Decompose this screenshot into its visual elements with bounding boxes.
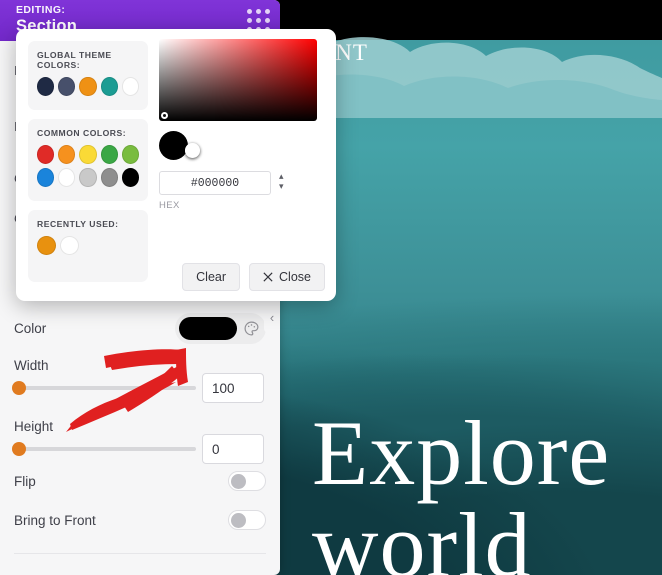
section-divider	[14, 553, 266, 554]
common-colors-title: COMMON COLORS:	[37, 128, 127, 138]
common-colors-row-1	[37, 145, 140, 164]
color-label: Color	[14, 321, 47, 336]
height-input[interactable]: 0	[202, 434, 264, 464]
clear-button[interactable]: Clear	[182, 263, 241, 291]
swatch-common-5[interactable]	[121, 145, 140, 164]
hero-headline-line2: world	[312, 494, 532, 575]
swatch-theme-4[interactable]	[100, 77, 118, 96]
close-x-icon	[263, 272, 273, 282]
swatch-theme-5[interactable]	[121, 77, 140, 96]
alpha-slider-handle[interactable]	[185, 142, 200, 158]
control-row-bring-to-front: Bring to Front	[14, 510, 266, 530]
screenshot-root: OUNT Explore world EDITING: Section I I …	[0, 0, 662, 575]
common-colors-card: COMMON COLORS:	[28, 119, 148, 201]
hex-field-wrap: #000000 HEX	[159, 171, 271, 213]
swatch-common-4[interactable]	[100, 145, 118, 164]
spinner-updown-icon[interactable]: ▴ ▾	[279, 172, 284, 191]
recently-used-row	[37, 236, 139, 255]
hex-format-label: HEX	[159, 200, 180, 211]
swatch-common-1[interactable]	[37, 145, 55, 164]
control-row-width: Width	[14, 358, 266, 373]
height-slider-thumb[interactable]	[12, 442, 26, 456]
spinner-down-arrow[interactable]: ▾	[279, 182, 284, 191]
color-picker-palettes: GLOBAL THEME COLORS: COMMON COLORS: RECE…	[16, 29, 156, 301]
hero-headline-line1: Explore	[312, 402, 611, 504]
hex-input[interactable]: #000000	[159, 171, 271, 195]
height-slider[interactable]	[12, 442, 196, 456]
swatch-common-6[interactable]	[37, 168, 55, 187]
swatch-common-2[interactable]	[58, 145, 76, 164]
recently-used-card: RECENTLY USED:	[28, 210, 148, 282]
spinner-up-arrow[interactable]: ▴	[279, 172, 284, 181]
swatch-theme-3[interactable]	[79, 77, 97, 96]
control-row-height: Height	[14, 419, 266, 434]
swatch-common-3[interactable]	[79, 145, 97, 164]
swatch-theme-1[interactable]	[37, 77, 55, 96]
flip-toggle[interactable]	[228, 471, 266, 491]
recently-used-title: RECENTLY USED:	[37, 219, 119, 229]
swatch-theme-2[interactable]	[58, 77, 76, 96]
width-input[interactable]: 100	[202, 373, 264, 403]
close-button-label: Close	[279, 270, 311, 284]
bring-to-front-toggle[interactable]	[228, 510, 266, 530]
color-picker-popup: GLOBAL THEME COLORS: COMMON COLORS: RECE…	[16, 29, 336, 301]
editing-eyebrow: EDITING:	[16, 4, 66, 16]
swatch-common-7[interactable]	[58, 168, 76, 187]
height-label: Height	[14, 419, 54, 434]
global-theme-colors-card: GLOBAL THEME COLORS:	[28, 41, 148, 110]
color-sliders	[159, 131, 325, 160]
width-label: Width	[14, 358, 49, 373]
saturation-value-field[interactable]	[159, 39, 317, 121]
common-colors-row-2	[37, 168, 140, 187]
close-button[interactable]: Close	[249, 263, 325, 291]
swatch-recent-2[interactable]	[60, 236, 79, 255]
width-slider[interactable]	[12, 381, 196, 395]
control-row-color: Color	[14, 313, 266, 344]
color-preview-circle	[159, 131, 188, 160]
global-theme-colors-row	[37, 77, 140, 96]
color-swatch-button[interactable]	[175, 313, 266, 344]
hex-input-row: #000000 HEX ▴ ▾	[159, 171, 325, 213]
flip-label: Flip	[14, 473, 36, 489]
bring-to-front-label: Bring to Front	[14, 512, 96, 528]
color-picker-controls: #000000 HEX ▴ ▾ Clear Close	[156, 29, 336, 301]
chevron-left-icon[interactable]: ‹	[264, 300, 280, 334]
swatch-common-10[interactable]	[121, 168, 140, 187]
current-color-chip[interactable]	[179, 317, 237, 340]
swatch-common-8[interactable]	[79, 168, 97, 187]
control-row-flip: Flip	[14, 471, 266, 491]
palette-icon[interactable]	[243, 320, 260, 337]
global-theme-colors-title: GLOBAL THEME COLORS:	[37, 50, 112, 70]
swatch-common-9[interactable]	[100, 168, 118, 187]
color-picker-buttons: Clear Close	[182, 263, 325, 291]
swatch-recent-1[interactable]	[37, 236, 56, 255]
sv-selector-handle[interactable]	[161, 112, 168, 119]
width-slider-thumb[interactable]	[12, 381, 26, 395]
